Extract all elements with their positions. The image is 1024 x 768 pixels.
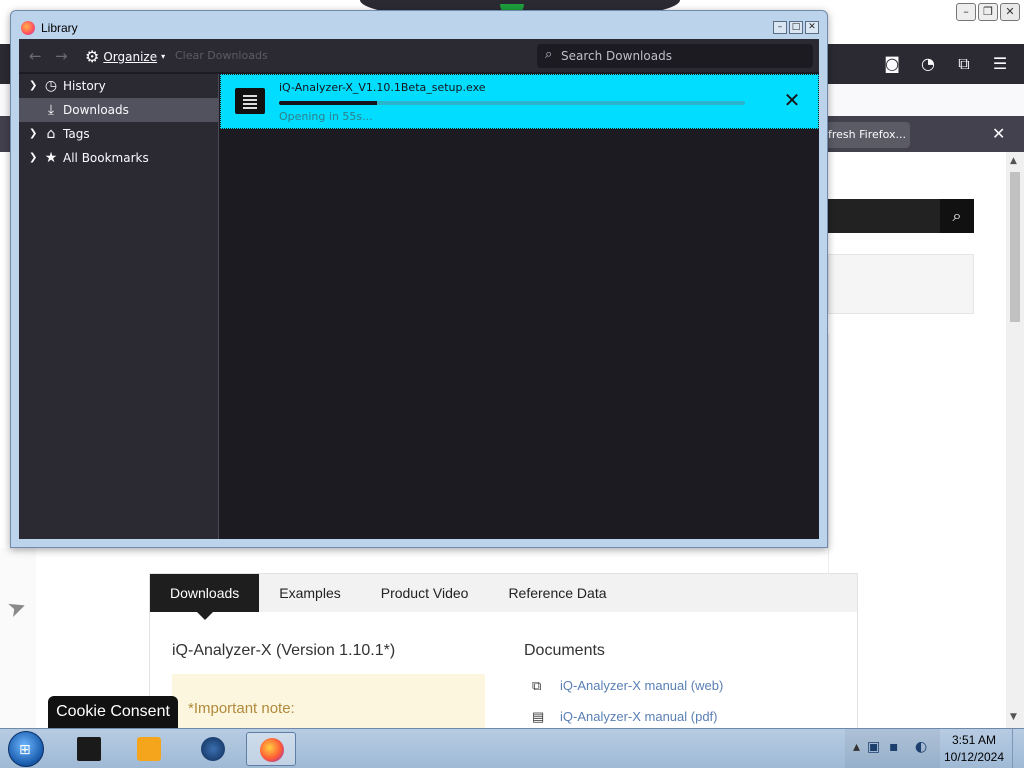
- library-title: Library: [41, 21, 78, 35]
- library-content: ← → ⚙ Organize ▾ Clear Downloads ⌕ ❯ ◷ H…: [19, 39, 819, 539]
- product-heading: iQ-Analyzer-X (Version 1.10.1*): [172, 642, 396, 659]
- tray-chevron-icon[interactable]: ▴: [853, 739, 860, 755]
- clock-date[interactable]: 10/12/2024: [940, 750, 1008, 764]
- doc-link-pdf[interactable]: ▤ iQ-Analyzer-X manual (pdf): [532, 709, 718, 725]
- clock-time[interactable]: 3:51 AM: [946, 733, 1002, 747]
- taskbar-app-globe[interactable]: [188, 732, 238, 766]
- page-scrollbar[interactable]: ▲ ▼: [1006, 152, 1024, 728]
- tab-examples[interactable]: Examples: [259, 574, 360, 612]
- cookie-consent-button[interactable]: Cookie Consent: [48, 696, 178, 728]
- notification-close-icon[interactable]: ✕: [992, 124, 1005, 143]
- show-desktop-button[interactable]: [1012, 729, 1024, 768]
- tabs-bar: Downloads Examples Product Video Referen…: [150, 574, 857, 620]
- download-item[interactable]: iQ-Analyzer-X_V1.10.1Beta_setup.exe Open…: [220, 74, 819, 129]
- download-status: Opening in 55s...: [279, 110, 373, 123]
- clock-icon: ◷: [44, 78, 58, 94]
- media-player-icon: [137, 737, 161, 761]
- library-toolbar: ← → ⚙ Organize ▾ Clear Downloads ⌕: [19, 39, 819, 73]
- menu-icon[interactable]: ☰: [990, 54, 1010, 74]
- sidebar-item-downloads[interactable]: ⤓ Downloads: [19, 98, 219, 122]
- search-icon: ⌕: [545, 47, 553, 62]
- globe-app-icon: [201, 737, 225, 761]
- download-filename: iQ-Analyzer-X_V1.10.1Beta_setup.exe: [279, 81, 486, 94]
- doc-link-web[interactable]: ⧉ iQ-Analyzer-X manual (web): [532, 678, 723, 694]
- clear-downloads-button[interactable]: Clear Downloads: [175, 49, 268, 62]
- close-button[interactable]: ✕: [1000, 3, 1020, 21]
- library-window: Library – □ ✕ ← → ⚙ Organize ▾ Clear Dow…: [10, 10, 828, 548]
- tab-reference-data[interactable]: Reference Data: [488, 574, 626, 612]
- tray-volume-icon[interactable]: ◐: [915, 739, 927, 755]
- firefox-logo-icon: [21, 21, 35, 35]
- doc-link-web-label: iQ-Analyzer-X manual (web): [560, 678, 724, 693]
- taskbar-app-media[interactable]: [124, 732, 174, 766]
- download-progress-bar: [279, 101, 745, 105]
- sidebar-item-label: Downloads: [63, 103, 129, 117]
- taskbar: ⊞ ▴ ▣ ▪ ◐ 3:51 AM 10/12/2024: [0, 728, 1024, 768]
- tab-downloads[interactable]: Downloads: [150, 574, 260, 620]
- scroll-up-icon[interactable]: ▲: [1010, 156, 1017, 166]
- expand-arrow-icon[interactable]: ❯: [29, 146, 37, 170]
- cancel-download-icon[interactable]: ✕: [781, 89, 803, 111]
- organize-label: Organize: [103, 49, 158, 64]
- tag-icon: ⌂: [46, 126, 56, 142]
- browser-window-controls: – ❐ ✕: [956, 3, 1020, 21]
- back-arrow-icon[interactable]: ←: [29, 47, 42, 65]
- sidebar-item-tags[interactable]: ❯ ⌂ Tags: [19, 122, 219, 146]
- external-link-icon: ⧉: [532, 678, 542, 693]
- documents-heading: Documents: [524, 642, 605, 659]
- taskbar-app-box[interactable]: [64, 732, 114, 766]
- scroll-down-icon[interactable]: ▼: [1010, 712, 1017, 722]
- search-downloads-box[interactable]: ⌕: [537, 44, 813, 68]
- organize-button[interactable]: ⚙ Organize ▾: [85, 47, 165, 66]
- document-icon: ▤: [532, 709, 545, 724]
- box-app-icon: [77, 737, 101, 761]
- tab-product-video[interactable]: Product Video: [361, 574, 489, 612]
- pocket-icon[interactable]: ◙: [882, 54, 902, 74]
- site-search-bar[interactable]: ⌕: [828, 199, 974, 233]
- tray-network-icon[interactable]: ▪: [889, 739, 899, 755]
- sidebar-item-all-bookmarks[interactable]: ❯ ★ All Bookmarks: [19, 146, 219, 170]
- library-maximize-button[interactable]: □: [789, 21, 803, 34]
- sidebar-item-label: History: [63, 79, 106, 93]
- site-panel-secondary: [828, 334, 974, 574]
- download-icon: ⤓: [47, 102, 55, 118]
- system-tray: ▴ ▣ ▪ ◐: [845, 729, 940, 768]
- sidebar-item-label: Tags: [63, 127, 90, 141]
- expand-arrow-icon[interactable]: ❯: [29, 122, 37, 146]
- important-note-box: *Important note:: [172, 674, 485, 734]
- start-button[interactable]: ⊞: [8, 731, 44, 767]
- search-downloads-input[interactable]: [561, 46, 809, 66]
- file-icon: [235, 88, 265, 114]
- library-close-button[interactable]: ✕: [805, 21, 819, 34]
- search-icon[interactable]: ⌕: [940, 199, 974, 233]
- expand-arrow-icon[interactable]: ❯: [29, 74, 37, 98]
- dropdown-arrow-icon: ▾: [161, 52, 166, 61]
- extensions-icon[interactable]: ⧉: [954, 54, 974, 74]
- doc-link-pdf-label: iQ-Analyzer-X manual (pdf): [560, 709, 718, 724]
- site-panel: [828, 254, 974, 314]
- important-note-text: *Important note:: [188, 700, 295, 717]
- library-titlebar[interactable]: Library – □ ✕: [11, 11, 827, 39]
- sidebar-item-label: All Bookmarks: [63, 151, 149, 165]
- taskbar-app-firefox[interactable]: [246, 732, 296, 766]
- windows-logo-icon: ⊞: [19, 742, 31, 758]
- sidebar-item-history[interactable]: ❯ ◷ History: [19, 74, 219, 98]
- account-icon[interactable]: ◔: [918, 54, 938, 74]
- download-progress-fill: [279, 101, 377, 105]
- restore-button[interactable]: ❐: [978, 3, 998, 21]
- library-sidebar: ❯ ◷ History ⤓ Downloads ❯ ⌂ Tags ❯ ★ All…: [19, 74, 219, 539]
- downloads-list: iQ-Analyzer-X_V1.10.1Beta_setup.exe Open…: [220, 74, 819, 539]
- library-window-controls: – □ ✕: [773, 21, 819, 34]
- library-minimize-button[interactable]: –: [773, 21, 787, 34]
- tray-app-icon[interactable]: ▣: [867, 739, 880, 755]
- product-tabs-section: Downloads Examples Product Video Referen…: [149, 573, 858, 734]
- firefox-icon: [260, 738, 284, 762]
- minimize-button[interactable]: –: [956, 3, 976, 21]
- star-icon: ★: [44, 150, 58, 166]
- gear-icon: ⚙: [85, 47, 100, 66]
- page-left-margin: [0, 548, 36, 728]
- scrollbar-thumb[interactable]: [1010, 172, 1020, 322]
- forward-arrow-icon[interactable]: →: [55, 47, 68, 65]
